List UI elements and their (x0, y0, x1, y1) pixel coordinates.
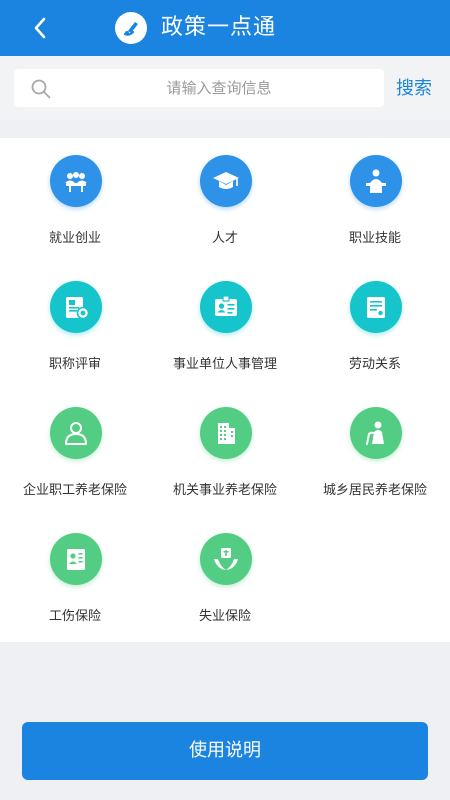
category-label: 就业创业 (48, 231, 101, 246)
top-app-bar: 政策一点通 (0, 0, 450, 56)
contract-document-icon (350, 281, 402, 333)
chevron-left-icon (34, 17, 46, 39)
search-button[interactable]: 搜索 (396, 74, 432, 104)
id-card-icon (200, 281, 252, 333)
category-label: 职称评审 (48, 357, 101, 372)
category-label: 企业职工养老保险 (22, 483, 127, 498)
meeting-icon (50, 155, 102, 207)
category-label: 工伤保险 (48, 609, 101, 624)
category-unemployment-insurance[interactable]: 失业保险 (150, 516, 300, 642)
elderly-person-icon (350, 407, 402, 459)
app-logo (115, 12, 147, 44)
category-label: 失业保险 (198, 609, 251, 624)
category-talent[interactable]: 人才 (150, 138, 300, 264)
search-icon (31, 79, 51, 99)
page-title: 政策一点通 (161, 15, 277, 40)
category-government-pension[interactable]: 机关事业养老保险 (150, 390, 300, 516)
category-title-review[interactable]: 职称评审 (0, 264, 150, 390)
category-vocational-skills[interactable]: 职业技能 (300, 138, 450, 264)
category-labor-relations[interactable]: 劳动关系 (300, 264, 450, 390)
back-button[interactable] (24, 12, 56, 44)
user-outline-icon (50, 407, 102, 459)
hands-protect-icon (200, 533, 252, 585)
category-resident-pension[interactable]: 城乡居民养老保险 (300, 390, 450, 516)
category-label: 城乡居民养老保险 (322, 483, 427, 498)
lecturer-podium-icon (350, 155, 402, 207)
category-label: 事业单位人事管理 (172, 357, 277, 372)
search-input[interactable] (64, 69, 374, 107)
pen-logo-icon (123, 22, 138, 36)
search-bar: 搜索 (0, 56, 450, 120)
graduation-cap-icon (200, 155, 252, 207)
category-work-injury-insurance[interactable]: 工伤保险 (0, 516, 150, 642)
injury-document-icon (50, 533, 102, 585)
search-box[interactable] (14, 69, 384, 107)
category-enterprise-pension[interactable]: 企业职工养老保险 (0, 390, 150, 516)
category-label: 人才 (211, 231, 238, 246)
usage-instructions-button[interactable]: 使用说明 (22, 722, 428, 780)
office-building-icon (200, 407, 252, 459)
category-public-institution-hr[interactable]: 事业单位人事管理 (150, 264, 300, 390)
category-label: 职业技能 (348, 231, 401, 246)
category-grid: 就业创业 人才 职业技能 职称评审 事业单位人事管理 劳动关系 企业职工养老保险… (0, 138, 450, 642)
certificate-icon (50, 281, 102, 333)
category-label: 劳动关系 (348, 357, 401, 372)
category-label: 机关事业养老保险 (172, 483, 277, 498)
category-employment[interactable]: 就业创业 (0, 138, 150, 264)
